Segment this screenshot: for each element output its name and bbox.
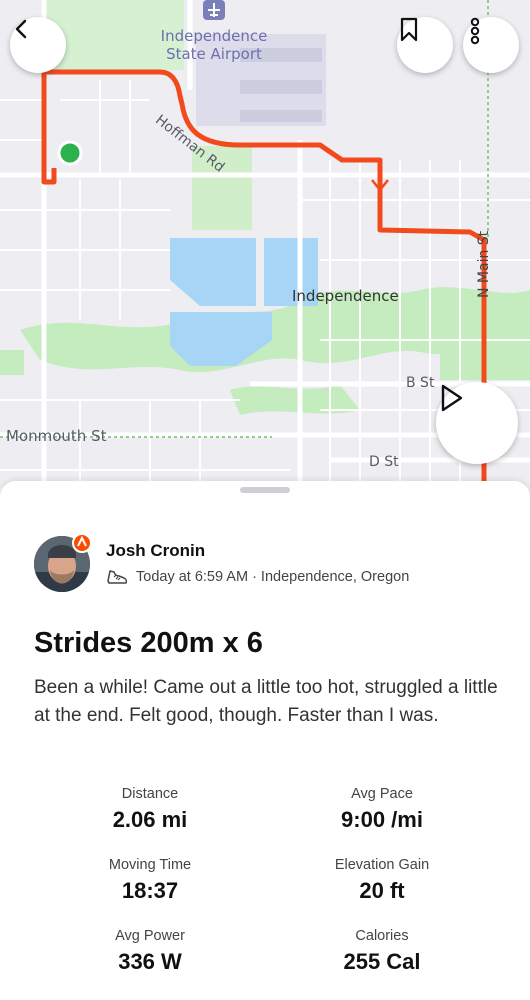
airport-label: Independence State Airport bbox=[158, 27, 270, 63]
stat-avg-pace: Avg Pace 9:00 /mi bbox=[262, 786, 502, 833]
bookmark-icon bbox=[400, 17, 418, 42]
athlete-name[interactable]: Josh Cronin bbox=[106, 541, 205, 561]
back-button[interactable] bbox=[10, 17, 66, 73]
d-st-label: D St bbox=[369, 454, 399, 470]
play-icon bbox=[441, 384, 463, 412]
stat-avg-power: Avg Power 336 W bbox=[30, 928, 270, 975]
more-options-button[interactable] bbox=[463, 17, 519, 73]
more-vertical-icon bbox=[470, 17, 480, 45]
route-map[interactable]: Independence State Airport Hoffman Rd In… bbox=[0, 0, 530, 500]
activity-sheet: Josh Cronin Today at 6:59 AM · Independe… bbox=[0, 481, 530, 1000]
stat-label: Moving Time bbox=[108, 857, 192, 873]
subscriber-badge-icon bbox=[72, 533, 92, 553]
chevron-left-icon bbox=[15, 19, 27, 39]
stat-label: Calories bbox=[355, 928, 409, 944]
airport-label-line2: State Airport bbox=[166, 45, 262, 63]
activity-description: Been a while! Came out a little too hot,… bbox=[34, 677, 498, 726]
park-area bbox=[0, 350, 24, 375]
stat-elevation-gain: Elevation Gain 20 ft bbox=[262, 857, 502, 904]
stat-calories: Calories 255 Cal bbox=[262, 928, 502, 975]
airport-apron bbox=[240, 110, 322, 122]
water-pond bbox=[170, 238, 256, 306]
stat-value: 9:00 /mi bbox=[341, 807, 423, 832]
b-st-label: B St bbox=[406, 375, 435, 391]
stat-value: 20 ft bbox=[359, 878, 405, 903]
activity-meta: Today at 6:59 AM · Independence, Oregon bbox=[106, 567, 409, 587]
stat-distance: Distance 2.06 mi bbox=[30, 786, 270, 833]
activity-title: Strides 200m x 6 bbox=[34, 627, 263, 659]
airport-apron bbox=[240, 80, 322, 94]
bookmark-button[interactable] bbox=[397, 17, 453, 73]
shoe-icon bbox=[107, 570, 128, 584]
stat-value: 255 Cal bbox=[343, 949, 421, 974]
activity-meta-text: Today at 6:59 AM · Independence, Oregon bbox=[136, 569, 410, 585]
play-flyover-button[interactable] bbox=[436, 382, 518, 464]
n-main-st-label: N Main St bbox=[476, 230, 492, 298]
airport-icon bbox=[203, 0, 225, 20]
sheet-drag-handle[interactable] bbox=[240, 487, 290, 493]
stat-value: 336 W bbox=[118, 949, 182, 974]
stat-label: Distance bbox=[121, 786, 179, 802]
stat-label: Elevation Gain bbox=[334, 857, 430, 873]
stat-moving-time: Moving Time 18:37 bbox=[30, 857, 270, 904]
start-marker bbox=[57, 140, 83, 166]
independence-label: Independence bbox=[292, 287, 399, 305]
stat-value: 18:37 bbox=[121, 878, 179, 903]
stat-label: Avg Pace bbox=[351, 786, 413, 802]
stat-label: Avg Power bbox=[115, 928, 185, 944]
airport-label-line1: Independence bbox=[160, 27, 268, 45]
stat-value: 2.06 mi bbox=[112, 807, 188, 832]
monmouth-st-label: Monmouth St bbox=[6, 427, 107, 445]
